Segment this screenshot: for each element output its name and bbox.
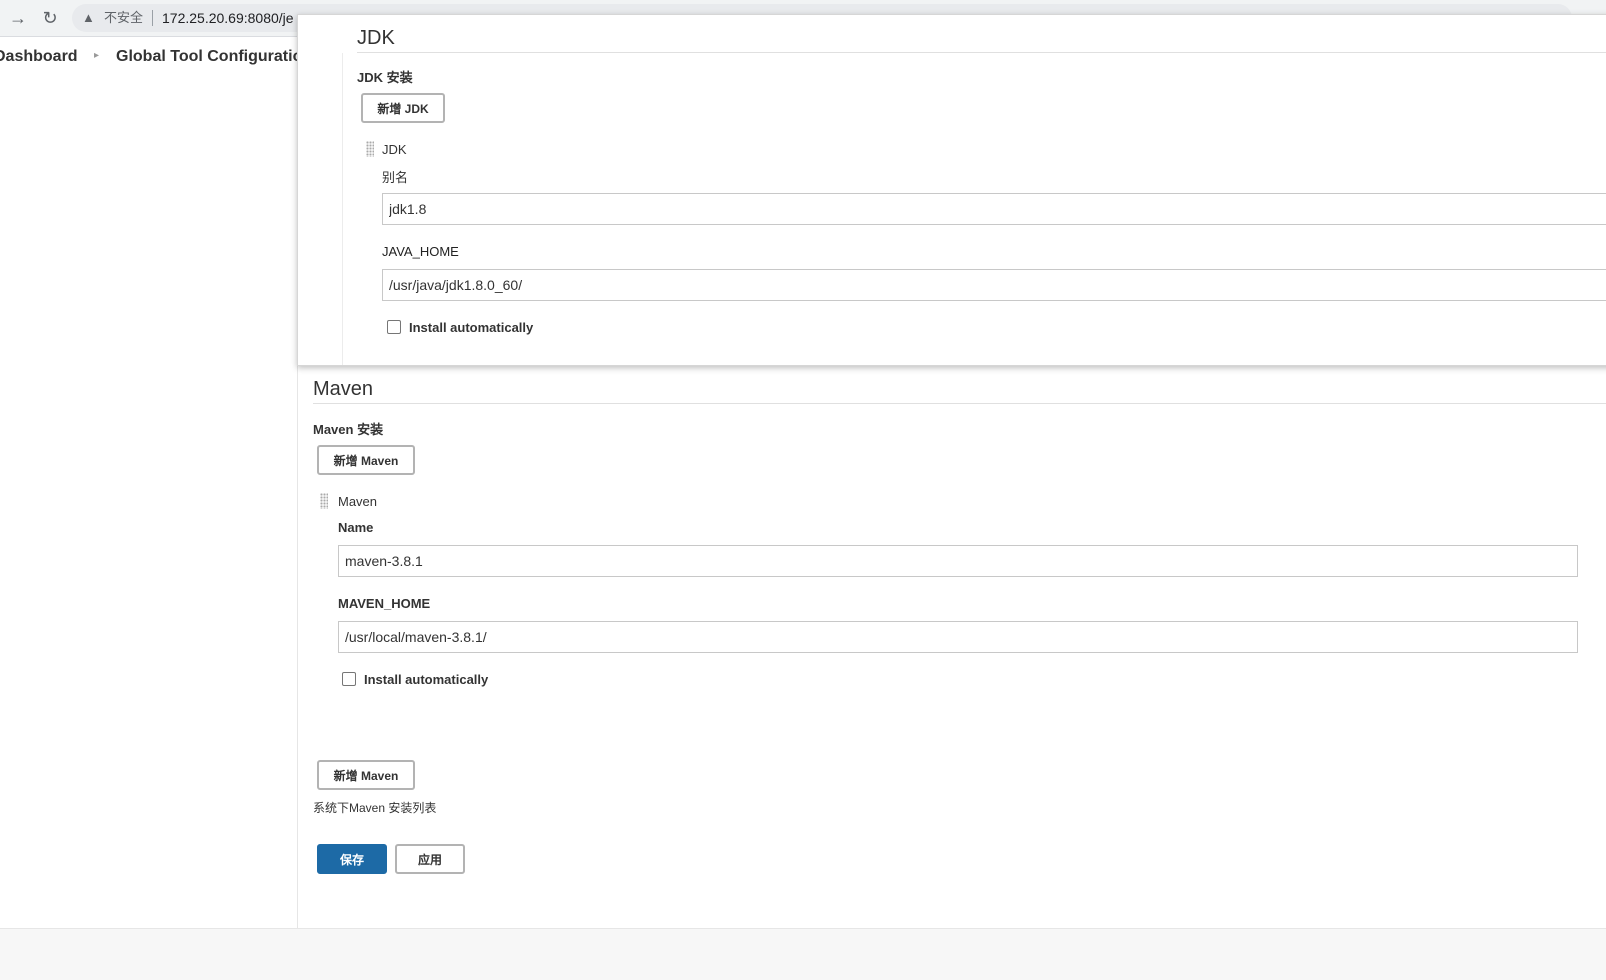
maven-home-input[interactable]: [338, 621, 1578, 653]
add-maven-bottom-button[interactable]: 新增 Maven: [317, 760, 415, 790]
maven-section-title: Maven: [313, 378, 374, 400]
url-text[interactable]: 172.25.20.69:8080/je: [162, 4, 294, 32]
forward-arrow-icon[interactable]: →: [6, 6, 30, 30]
jdk-install-auto-label[interactable]: Install automatically: [409, 320, 533, 335]
java-home-input[interactable]: [382, 269, 1606, 301]
maven-home-label: MAVEN_HOME: [338, 596, 431, 611]
reload-icon[interactable]: ↻: [38, 6, 62, 30]
warning-icon: ▲: [82, 10, 95, 25]
maven-title-divider: [313, 403, 1606, 404]
maven-entry-header: Maven: [338, 494, 378, 509]
jdk-alias-input[interactable]: [382, 193, 1606, 225]
security-label: 不安全: [104, 10, 144, 25]
drag-handle-icon[interactable]: [320, 493, 328, 509]
jdk-panel: JDK JDK 安装 新增 JDK JDK 别名 JAVA_HOME Insta…: [297, 14, 1606, 366]
maven-install-label: Maven 安装: [313, 422, 384, 437]
address-separator: [152, 10, 153, 26]
java-home-label: JAVA_HOME: [382, 244, 459, 259]
maven-list-hint: 系统下Maven 安装列表: [313, 801, 437, 815]
maven-install-auto-checkbox[interactable]: [342, 672, 356, 686]
add-maven-button[interactable]: 新增 Maven: [317, 445, 415, 475]
jdk-entry-header: JDK: [382, 142, 407, 157]
jdk-install-auto-checkbox[interactable]: [387, 320, 401, 334]
breadcrumb-dashboard[interactable]: Dashboard: [0, 48, 78, 66]
jdk-alias-label: 别名: [382, 170, 409, 185]
save-button[interactable]: 保存: [317, 844, 387, 874]
jdk-section-title: JDK: [357, 27, 395, 49]
drag-handle-icon[interactable]: [366, 141, 374, 157]
breadcrumb-chevron-icon: ▸: [94, 50, 100, 61]
add-jdk-button[interactable]: 新增 JDK: [361, 93, 445, 123]
maven-name-input[interactable]: [338, 545, 1578, 577]
maven-install-auto-label[interactable]: Install automatically: [364, 672, 488, 687]
breadcrumb-current[interactable]: Global Tool Configuration: [116, 48, 298, 66]
maven-name-label: Name: [338, 520, 374, 535]
apply-button[interactable]: 应用: [395, 844, 465, 874]
page-footer: [0, 928, 1606, 980]
jdk-install-label: JDK 安装: [357, 70, 413, 85]
jdk-title-divider: [357, 52, 1606, 53]
jdk-indent-line: [342, 53, 343, 365]
